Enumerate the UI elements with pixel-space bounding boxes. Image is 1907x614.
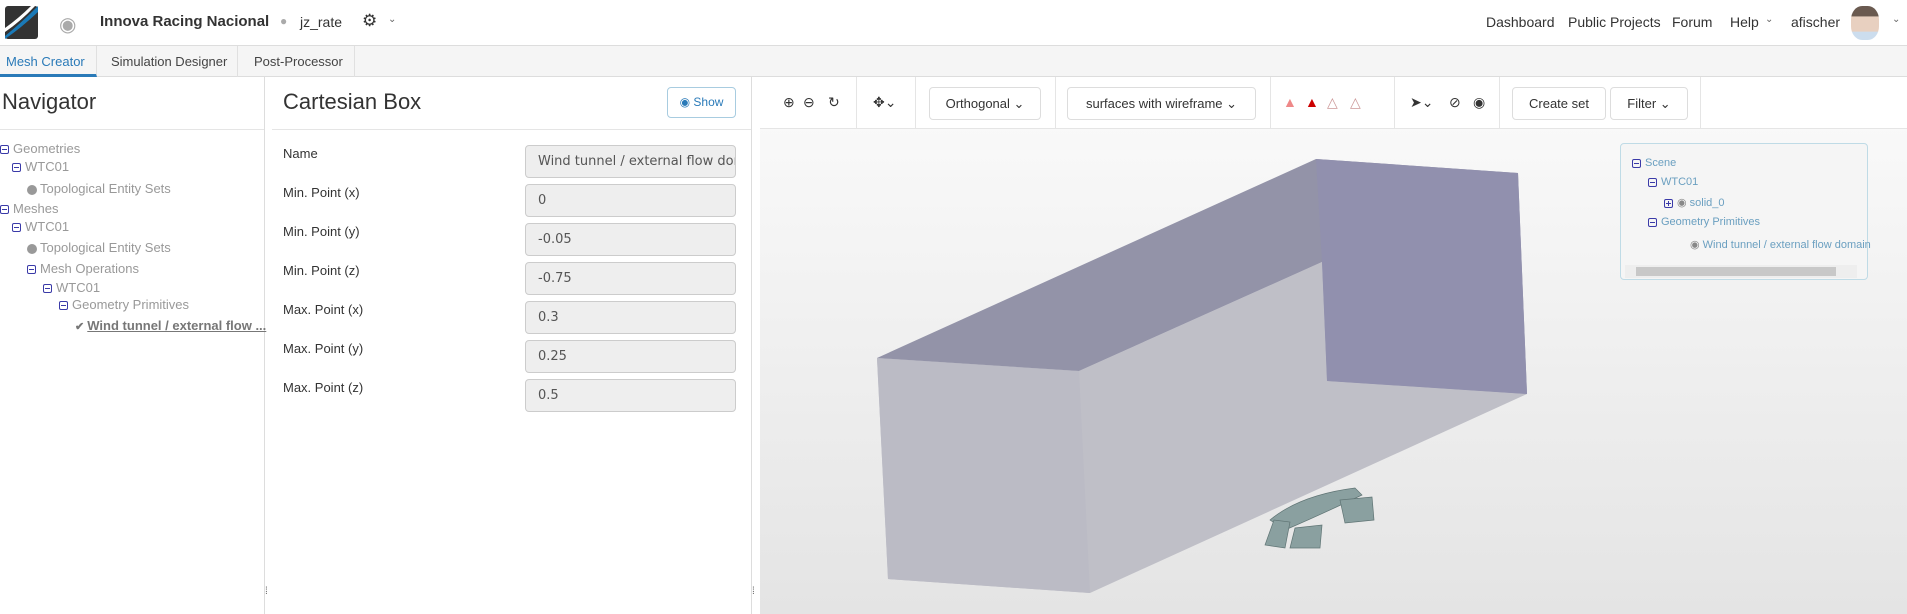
tree-item[interactable]: Geometry Primitives <box>59 297 189 313</box>
eye-icon: ◉ <box>679 95 694 109</box>
min-y-field[interactable]: -0.05 <box>525 223 736 256</box>
chevron-down-icon[interactable]: ⌄ <box>1892 14 1900 25</box>
divider <box>272 129 751 130</box>
3d-viewport[interactable]: ⊕ ⊖ ↻ ✥⌄ Orthogonal ⌄ surfaces with wire… <box>760 77 1907 614</box>
user-menu[interactable]: afischer <box>1791 14 1840 30</box>
tree-item[interactable]: Topological Entity Sets <box>27 240 171 256</box>
scene-item[interactable]: Geometry Primitives <box>1648 216 1760 228</box>
check-circle-icon: ✔ <box>75 321 88 333</box>
eye-icon[interactable]: ◉ <box>1677 197 1690 209</box>
collapse-icon[interactable] <box>1632 158 1641 168</box>
tab-mesh-creator[interactable]: Mesh Creator <box>0 46 97 77</box>
scene-item[interactable]: ◉ Wind tunnel / external flow domain <box>1690 238 1871 251</box>
user-icon: ● <box>280 14 288 28</box>
tree-item[interactable]: Geometries <box>0 141 80 157</box>
nav-public-projects[interactable]: Public Projects <box>1568 14 1661 30</box>
collapse-icon[interactable] <box>0 145 9 155</box>
workflow-tabs: Mesh Creator Simulation Designer Post-Pr… <box>0 46 1907 77</box>
top-navbar: ◉ Innova Racing Nacional ● jz_rate ⚙ ⌄ D… <box>0 0 1907 46</box>
name-field[interactable]: Wind tunnel / external flow domain <box>525 145 736 178</box>
navigator-title: Navigator <box>2 89 97 114</box>
scene-item[interactable]: ◉ solid_0 <box>1664 196 1725 209</box>
circle-icon <box>27 184 37 195</box>
tree-item[interactable]: Mesh Operations <box>27 261 139 277</box>
avatar[interactable] <box>1851 6 1879 40</box>
tree-item[interactable]: Meshes <box>0 201 59 217</box>
scene-item[interactable]: WTC01 <box>1648 176 1698 188</box>
show-button[interactable]: ◉ Show <box>667 87 736 118</box>
tab-simulation-designer[interactable]: Simulation Designer <box>97 46 238 77</box>
expand-icon[interactable] <box>1664 198 1673 208</box>
resize-handle[interactable]: ⁞ <box>265 586 268 597</box>
collapse-icon[interactable] <box>59 301 68 311</box>
field-label: Min. Point (y) <box>283 224 360 239</box>
chevron-down-icon[interactable]: ⌄ <box>388 14 396 25</box>
collapse-icon[interactable] <box>0 205 9 215</box>
field-label: Max. Point (x) <box>283 302 364 317</box>
collapse-icon[interactable] <box>1648 217 1657 227</box>
navigator-panel: Navigator <box>0 77 265 614</box>
box-back-face <box>1316 159 1527 394</box>
tree-item[interactable]: WTC01 <box>12 159 69 175</box>
tree-item-selected[interactable]: ✔ Wind tunnel / external flow ... <box>75 318 266 335</box>
field-label: Min. Point (z) <box>283 263 360 278</box>
horizontal-scrollbar[interactable] <box>1625 265 1857 278</box>
nav-dashboard[interactable]: Dashboard <box>1486 14 1555 30</box>
collapse-icon[interactable] <box>12 223 21 233</box>
collapse-icon[interactable] <box>27 265 36 275</box>
project-title: Innova Racing Nacional <box>100 13 270 30</box>
collapse-icon[interactable] <box>12 163 21 173</box>
resize-handle[interactable]: ⁞ <box>752 586 755 597</box>
max-z-field[interactable]: 0.5 <box>525 379 736 412</box>
collapse-icon[interactable] <box>1648 177 1657 187</box>
form-title: Cartesian Box <box>283 89 422 114</box>
min-z-field[interactable]: -0.75 <box>525 262 736 295</box>
chevron-down-icon[interactable]: ⌄ <box>1765 14 1773 25</box>
gear-icon[interactable]: ⚙ <box>362 11 377 31</box>
tree-item[interactable]: WTC01 <box>12 219 69 235</box>
box-front-face <box>877 358 1090 593</box>
field-label: Max. Point (y) <box>283 341 364 356</box>
max-x-field[interactable]: 0.3 <box>525 301 736 334</box>
nav-forum[interactable]: Forum <box>1672 14 1712 30</box>
project-owner[interactable]: jz_rate <box>300 14 342 30</box>
max-y-field[interactable]: 0.25 <box>525 340 736 373</box>
nav-help[interactable]: Help <box>1730 14 1759 30</box>
collapse-icon[interactable] <box>43 284 52 294</box>
divider <box>0 129 264 130</box>
app-logo[interactable] <box>5 6 38 39</box>
circle-icon <box>27 243 37 254</box>
eye-icon[interactable]: ◉ <box>1690 239 1703 251</box>
field-label: Name <box>283 146 318 161</box>
tree-item[interactable]: Topological Entity Sets <box>27 181 171 197</box>
tree-item[interactable]: WTC01 <box>43 280 100 296</box>
scene-root[interactable]: Scene <box>1632 157 1676 169</box>
min-x-field[interactable]: 0 <box>525 184 736 217</box>
field-label: Min. Point (x) <box>283 185 360 200</box>
scene-tree-panel: Scene WTC01 ◉ solid_0 Geometry Primitive… <box>1620 143 1871 280</box>
tab-post-processor[interactable]: Post-Processor <box>238 46 355 77</box>
field-label: Max. Point (z) <box>283 380 364 395</box>
visibility-eye-icon[interactable]: ◉ <box>59 12 76 37</box>
